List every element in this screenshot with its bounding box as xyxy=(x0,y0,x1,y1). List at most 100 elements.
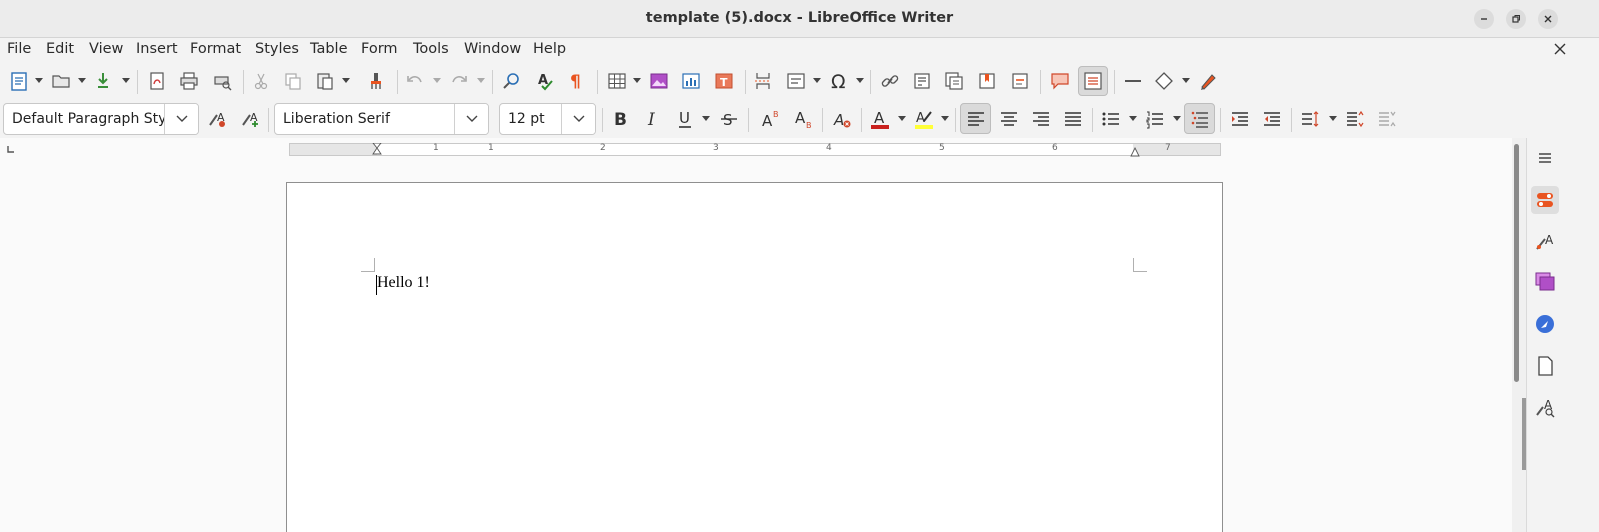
sidebar-gallery-tab[interactable] xyxy=(1531,268,1559,296)
open-dropdown-caret[interactable] xyxy=(78,78,86,83)
font-name-combo[interactable]: Liberation Serif xyxy=(274,103,489,135)
justify-button[interactable] xyxy=(1060,106,1086,132)
save-dropdown-caret[interactable] xyxy=(122,78,130,83)
paragraph-style-dropdown[interactable] xyxy=(164,104,198,134)
insert-chart-button[interactable] xyxy=(678,68,704,94)
menu-insert[interactable]: Insert xyxy=(136,41,178,57)
outline-list-button[interactable] xyxy=(1184,103,1215,134)
decrease-indent-button[interactable] xyxy=(1259,106,1285,132)
paragraph-style-combo[interactable]: Default Paragraph Styl xyxy=(3,103,199,135)
increase-paragraph-spacing-button[interactable] xyxy=(1342,106,1368,132)
insert-bookmark-button[interactable] xyxy=(974,68,1000,94)
tab-stop-icon[interactable] xyxy=(6,145,16,155)
sidebar-properties-tab[interactable] xyxy=(1531,186,1559,214)
maximize-button[interactable] xyxy=(1506,9,1526,29)
formatting-marks-button[interactable]: ¶ xyxy=(563,68,589,94)
find-replace-button[interactable] xyxy=(499,68,525,94)
insert-field-button[interactable] xyxy=(783,68,809,94)
superscript-button[interactable]: AB xyxy=(757,106,783,132)
italic-button[interactable]: I xyxy=(640,106,666,132)
font-color-button[interactable]: A xyxy=(867,106,893,132)
menu-window[interactable]: Window xyxy=(464,41,521,57)
cut-button[interactable] xyxy=(248,68,274,94)
menu-tools[interactable]: Tools xyxy=(413,41,449,57)
track-changes-button[interactable] xyxy=(1078,66,1108,96)
align-center-button[interactable] xyxy=(996,106,1022,132)
right-indent-marker-icon[interactable] xyxy=(1130,146,1140,159)
strikethrough-button[interactable]: S xyxy=(716,106,742,132)
indent-marker-icon[interactable] xyxy=(372,143,382,156)
menu-view[interactable]: View xyxy=(89,41,123,57)
align-right-button[interactable] xyxy=(1028,106,1054,132)
update-style-button[interactable]: A xyxy=(204,106,230,132)
field-dropdown-caret[interactable] xyxy=(813,78,821,83)
ordered-list-button[interactable] xyxy=(1142,106,1168,132)
highlighting-dropdown-caret[interactable] xyxy=(941,116,949,121)
font-size-combo[interactable]: 12 pt xyxy=(499,103,596,135)
sidebar-styles-tab[interactable]: A xyxy=(1531,228,1559,256)
document-text[interactable]: Hello 1! xyxy=(377,274,430,292)
line-spacing-dropdown-caret[interactable] xyxy=(1329,116,1337,121)
sidebar-menu-button[interactable] xyxy=(1531,144,1559,172)
align-left-button[interactable] xyxy=(960,103,991,134)
insert-footnote-button[interactable] xyxy=(909,68,935,94)
redo-dropdown-caret[interactable] xyxy=(477,78,485,83)
underline-button[interactable]: U xyxy=(672,106,698,132)
insert-image-button[interactable] xyxy=(646,68,672,94)
new-document-button[interactable] xyxy=(6,68,32,94)
shapes-dropdown-caret[interactable] xyxy=(1182,78,1190,83)
sidebar-navigator-tab[interactable] xyxy=(1531,310,1559,338)
insert-cross-reference-button[interactable] xyxy=(1007,68,1033,94)
insert-textbox-button[interactable]: T xyxy=(711,68,737,94)
basic-shapes-button[interactable] xyxy=(1151,68,1177,94)
print-button[interactable] xyxy=(176,68,202,94)
minimize-button[interactable] xyxy=(1474,9,1494,29)
draw-function-button[interactable] xyxy=(1195,68,1221,94)
unordered-list-dropdown-caret[interactable] xyxy=(1129,116,1137,121)
unordered-list-button[interactable] xyxy=(1098,106,1124,132)
copy-button[interactable] xyxy=(280,68,306,94)
clone-formatting-button[interactable] xyxy=(363,68,389,94)
undo-dropdown-caret[interactable] xyxy=(433,78,441,83)
menu-file[interactable]: File xyxy=(7,41,31,57)
horizontal-ruler[interactable]: 1 1 2 3 4 5 6 7 xyxy=(289,143,1221,159)
insert-table-button[interactable] xyxy=(604,68,630,94)
font-color-dropdown-caret[interactable] xyxy=(898,116,906,121)
paste-button[interactable] xyxy=(312,68,338,94)
decrease-paragraph-spacing-button[interactable] xyxy=(1374,106,1400,132)
insert-line-button[interactable] xyxy=(1120,68,1146,94)
sidebar-page-tab[interactable] xyxy=(1531,352,1559,380)
clear-formatting-button[interactable]: A xyxy=(829,106,855,132)
font-size-dropdown[interactable] xyxy=(561,104,595,134)
menu-form[interactable]: Form xyxy=(361,41,398,57)
bold-button[interactable]: B xyxy=(607,106,633,132)
scrollbar-thumb[interactable] xyxy=(1514,144,1519,382)
sidebar-style-inspector-tab[interactable]: A xyxy=(1531,394,1559,422)
redo-button[interactable] xyxy=(446,68,472,94)
menu-format[interactable]: Format xyxy=(190,41,241,57)
paste-dropdown-caret[interactable] xyxy=(342,78,350,83)
menu-styles[interactable]: Styles xyxy=(255,41,299,57)
export-pdf-button[interactable] xyxy=(144,68,170,94)
special-character-button[interactable]: Ω xyxy=(826,68,852,94)
highlighting-button[interactable]: A xyxy=(911,106,937,132)
insert-comment-button[interactable] xyxy=(1047,68,1073,94)
close-document-icon[interactable] xyxy=(1554,43,1566,55)
special-character-dropdown-caret[interactable] xyxy=(856,78,864,83)
new-dropdown-caret[interactable] xyxy=(35,78,43,83)
ordered-list-dropdown-caret[interactable] xyxy=(1173,116,1181,121)
save-button[interactable] xyxy=(90,68,116,94)
table-dropdown-caret[interactable] xyxy=(633,78,641,83)
undo-button[interactable] xyxy=(402,68,428,94)
spelling-button[interactable]: A xyxy=(532,68,558,94)
underline-dropdown-caret[interactable] xyxy=(702,116,710,121)
menu-table[interactable]: Table xyxy=(310,41,348,57)
line-spacing-button[interactable] xyxy=(1297,106,1323,132)
page-break-button[interactable] xyxy=(750,68,776,94)
menu-edit[interactable]: Edit xyxy=(46,41,74,57)
insert-endnote-button[interactable] xyxy=(941,68,967,94)
open-button[interactable] xyxy=(48,68,74,94)
font-name-dropdown[interactable] xyxy=(454,104,488,134)
close-window-button[interactable] xyxy=(1538,9,1558,29)
increase-indent-button[interactable] xyxy=(1227,106,1253,132)
